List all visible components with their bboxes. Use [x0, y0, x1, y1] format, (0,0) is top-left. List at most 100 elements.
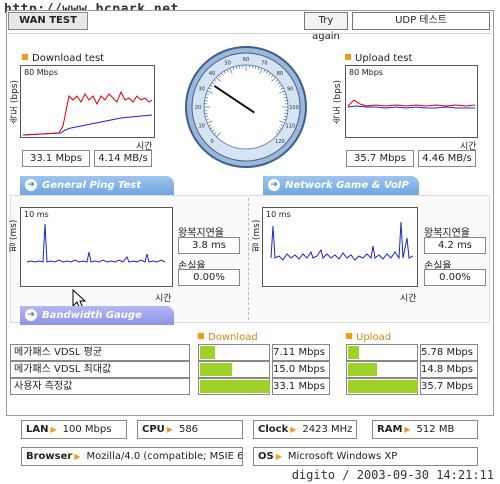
bandwidth-row-label: 메가패스 VDSL 평균: [10, 344, 190, 361]
ping-rtt-field: 3.8 ms: [178, 237, 240, 254]
clock-info: Clock ▶ 2423 MHz: [253, 420, 357, 439]
gauge-tick-label: 100: [289, 105, 299, 111]
bullet-icon: [346, 333, 352, 339]
upload-test-title: Upload test: [345, 53, 412, 64]
bandwidth-gauge-tab[interactable]: ➜ Bandwidth Gauge: [20, 306, 174, 325]
game-loss-field: 0.00%: [424, 269, 486, 286]
download-test-title: Download test: [22, 53, 104, 64]
upload-graph-svg: [347, 99, 476, 109]
triangle-right-icon: ▶: [166, 425, 173, 434]
upload-title-text: Upload test: [355, 53, 413, 64]
ping-axis-x: 시간: [155, 294, 172, 304]
os-value: Microsoft Windows XP: [287, 451, 398, 462]
ping-axis-y: 핑 (ms): [9, 219, 19, 253]
bandwidth-download-header: Download: [198, 332, 258, 343]
download-bar-fill: [200, 363, 232, 376]
browser-info: Browser ▶ Mozilla/4.0 (compatible; MSIE 6.…: [21, 447, 243, 466]
bandwidth-upload-header-text: Upload: [356, 332, 392, 343]
header-divider: [8, 33, 492, 34]
network-game-test-tab[interactable]: ➜Network Game & VoIP Test: [263, 176, 419, 210]
cpu-value: 586: [178, 424, 199, 435]
bullet-icon: [198, 333, 204, 339]
arrow-right-icon: ➜: [25, 309, 37, 321]
bullet-icon: [22, 54, 28, 60]
gauge-tick-label: 0: [211, 139, 214, 145]
bandwidth-upload-header: Upload: [346, 332, 391, 343]
upload-bar-fill: [348, 380, 418, 393]
ping-graph: 10 ms: [20, 207, 173, 287]
download-value: 7.11 Mbps: [272, 344, 330, 361]
game-graph: 10 ms: [262, 207, 418, 287]
bandwidth-row-label: 사용자 측정값: [10, 378, 190, 395]
cpu-info: CPU ▶ 586: [137, 420, 243, 439]
gauge-tick-label: 30: [199, 87, 205, 93]
download-graph-svg: [22, 90, 153, 136]
bullet-icon: [345, 54, 351, 60]
download-mbps-field: 33.1 Mbps: [22, 150, 90, 167]
upload-bar-fill: [348, 363, 377, 376]
bandwidth-row-label: 메가패스 VDSL 최대값: [10, 361, 190, 378]
upload-bar: [346, 344, 418, 361]
triangle-right-icon: ▶: [74, 452, 81, 461]
gauge-tick-label: 60: [243, 57, 249, 63]
ping-graph-svg: [26, 223, 166, 263]
triangle-right-icon: ▶: [404, 425, 411, 434]
upload-mbps-field: 35.7 Mbps: [346, 150, 414, 167]
download-bar-fill: [200, 380, 270, 393]
gauge-tick-label: 120: [275, 139, 285, 145]
download-graph: 80 Mbps: [20, 65, 155, 138]
bandwidth-download-header-text: Download: [208, 332, 258, 343]
gauge-tick-label: 80: [277, 71, 283, 77]
ram-label: RAM: [377, 424, 403, 435]
upload-value: 35.7 Mbps: [420, 378, 478, 395]
download-value: 33.1 Mbps: [272, 378, 330, 395]
ram-value: 512 MB: [416, 424, 455, 435]
lan-info: LAN ▶ 100 Mbps: [21, 420, 127, 439]
speed-gauge: 0 10 20 30 40 50 60 70 80 90 100 110 120: [185, 46, 307, 168]
download-value: 15.0 Mbps: [272, 361, 330, 378]
lan-value: 100 Mbps: [62, 424, 112, 435]
triangle-right-icon: ▶: [290, 425, 297, 434]
ping-loss-field: 0.00%: [178, 269, 240, 286]
bandwidth-gauge-label: Bandwidth Gauge: [42, 310, 142, 321]
clock-value: 2423 MHz: [302, 424, 353, 435]
clock-label: Clock: [258, 424, 289, 435]
upload-bar: [346, 378, 418, 395]
upload-bar: [346, 361, 418, 378]
upload-axis-y: 속도 (bps): [333, 80, 343, 124]
download-bar: [198, 361, 270, 378]
gauge-tick-label: 90: [287, 87, 293, 93]
download-bar-fill: [200, 346, 215, 359]
gauge-tick-label: 70: [261, 61, 267, 67]
upload-value: 5.78 Mbps: [420, 344, 478, 361]
page-title: WAN TEST: [8, 12, 88, 30]
upload-mbs-field: 4.46 MB/s: [418, 150, 476, 167]
download-mbs-field: 4.14 MB/s: [94, 150, 152, 167]
try-again-button[interactable]: Try again: [304, 12, 348, 42]
udp-test-button[interactable]: UDP 테스트: [352, 12, 490, 30]
ping-divider: [248, 198, 249, 320]
upload-value: 14.8 Mbps: [420, 361, 478, 378]
browser-label: Browser: [26, 451, 73, 462]
upload-bar-fill: [348, 346, 359, 359]
gauge-tick-label: 40: [209, 71, 215, 77]
gauge-tick-label: 10: [199, 123, 205, 129]
browser-value: Mozilla/4.0 (compatible; MSIE 6.0: [86, 451, 243, 462]
general-ping-label: General Ping Test: [42, 180, 142, 191]
game-axis-x: 시간: [400, 294, 417, 304]
signature: digito / 2003-09-30 14:21:11: [291, 468, 494, 482]
download-bar: [198, 378, 270, 395]
cpu-label: CPU: [142, 424, 165, 435]
download-title-text: Download test: [32, 53, 105, 64]
general-ping-test-tab[interactable]: ➜ General Ping Test: [20, 176, 174, 195]
gauge-tick-label: 50: [224, 61, 230, 67]
arrow-right-icon: ➜: [268, 179, 280, 191]
triangle-right-icon: ▶: [50, 425, 57, 434]
triangle-right-icon: ▶: [275, 452, 282, 461]
gauge-tick-label: 20: [195, 105, 201, 111]
os-label: OS: [258, 451, 274, 462]
game-graph-svg: [270, 221, 414, 261]
arrow-right-icon: ➜: [25, 179, 37, 191]
ram-info: RAM ▶ 512 MB: [372, 420, 478, 439]
download-bar: [198, 344, 270, 361]
